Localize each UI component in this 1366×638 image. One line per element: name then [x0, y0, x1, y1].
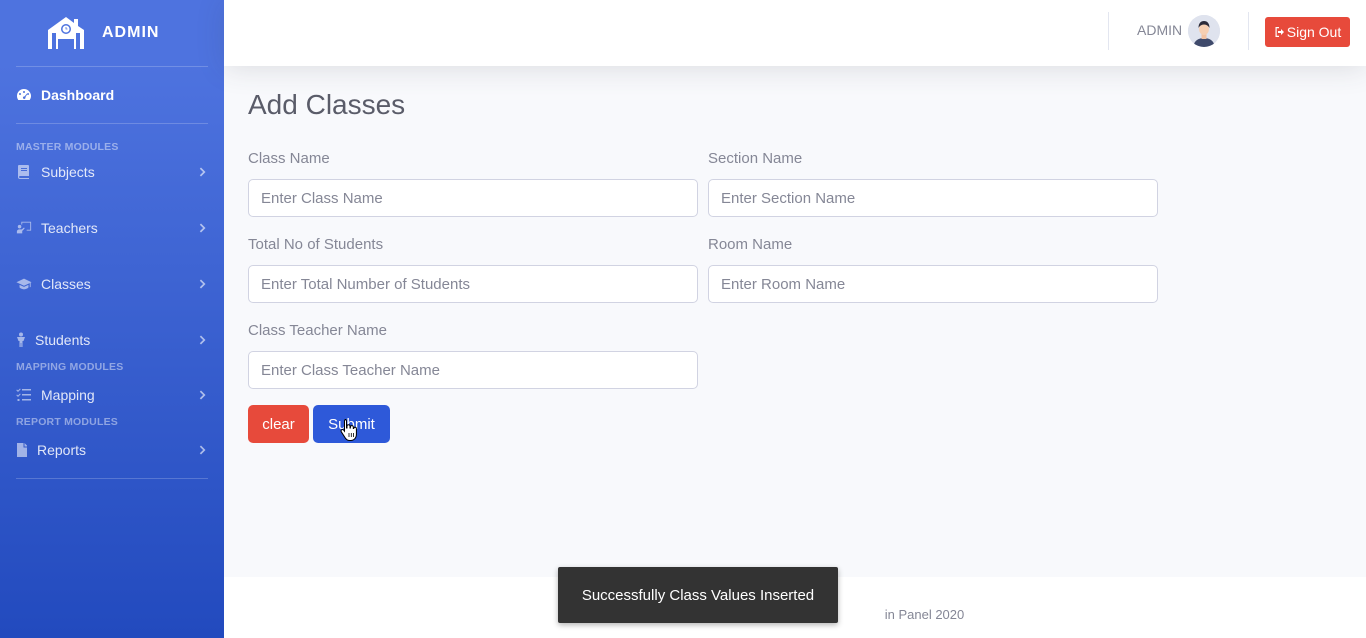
section-name-label: Section Name: [708, 150, 803, 167]
user-child-icon: [17, 332, 25, 347]
sidebar-item-label: Students: [35, 332, 91, 348]
room-name-input[interactable]: [708, 265, 1158, 303]
topbar: ADMIN Sign Out: [224, 0, 1366, 66]
sidebar-divider: [16, 478, 208, 479]
sidebar-item-label: Mapping: [41, 387, 95, 403]
sidebar-item-label: Classes: [41, 276, 91, 292]
clear-button[interactable]: clear: [248, 405, 309, 443]
hand-cursor-icon: [340, 419, 357, 441]
sign-out-button[interactable]: Sign Out: [1265, 17, 1350, 47]
file-icon: [17, 443, 27, 457]
sidebar-item-label: Dashboard: [41, 87, 115, 103]
room-name-label: Room Name: [708, 236, 793, 253]
class-teacher-input[interactable]: [248, 351, 698, 389]
book-icon: [18, 165, 29, 179]
sidebar-item-label: Teachers: [41, 220, 98, 236]
sidebar-item-students[interactable]: Students: [0, 312, 224, 368]
toast-message: Successfully Class Values Inserted: [581, 586, 815, 604]
sidebar-item-label: Reports: [37, 442, 87, 458]
page-title: Add Classes: [248, 89, 406, 120]
user-name[interactable]: ADMIN: [1137, 22, 1182, 38]
chevron-right-icon: [199, 335, 206, 345]
chevron-right-icon: [199, 167, 206, 177]
sidebar-item-label: Subjects: [41, 164, 95, 180]
brand-name: ADMIN: [102, 24, 160, 41]
graduation-cap-icon: [16, 278, 32, 290]
avatar[interactable]: [1188, 15, 1220, 47]
sidebar-item-mapping[interactable]: Mapping: [0, 367, 224, 423]
sidebar-item-reports[interactable]: Reports: [0, 422, 224, 478]
chevron-right-icon: [199, 223, 206, 233]
sidebar-item-teachers[interactable]: Teachers: [0, 200, 224, 256]
school-icon: [48, 17, 84, 49]
success-toast: Successfully Class Values Inserted: [558, 567, 838, 623]
chevron-right-icon: [199, 445, 206, 455]
topbar-divider: [1108, 12, 1109, 50]
topbar-divider: [1248, 12, 1249, 50]
sidebar-item-classes[interactable]: Classes: [0, 256, 224, 312]
class-name-input[interactable]: [248, 179, 698, 217]
section-name-input[interactable]: [708, 179, 1158, 217]
total-students-label: Total No of Students: [248, 236, 384, 253]
sign-out-icon: [1275, 27, 1284, 37]
class-teacher-label: Class Teacher Name: [248, 322, 387, 339]
class-name-label: Class Name: [248, 150, 330, 167]
tasks-icon: [16, 388, 31, 401]
chalkboard-teacher-icon: [16, 221, 32, 234]
sign-out-label: Sign Out: [1286, 24, 1342, 40]
user-avatar-icon: [1188, 15, 1220, 47]
tachometer-icon: [17, 89, 31, 100]
footer-text: in Panel 2020: [884, 607, 965, 622]
sidebar-brand[interactable]: ADMIN: [0, 0, 224, 66]
total-students-input[interactable]: [248, 265, 698, 303]
sidebar: ADMIN Dashboard MASTER MODULES Subjects …: [0, 0, 224, 638]
sidebar-item-dashboard[interactable]: Dashboard: [0, 67, 224, 123]
chevron-right-icon: [199, 390, 206, 400]
chevron-right-icon: [199, 279, 206, 289]
